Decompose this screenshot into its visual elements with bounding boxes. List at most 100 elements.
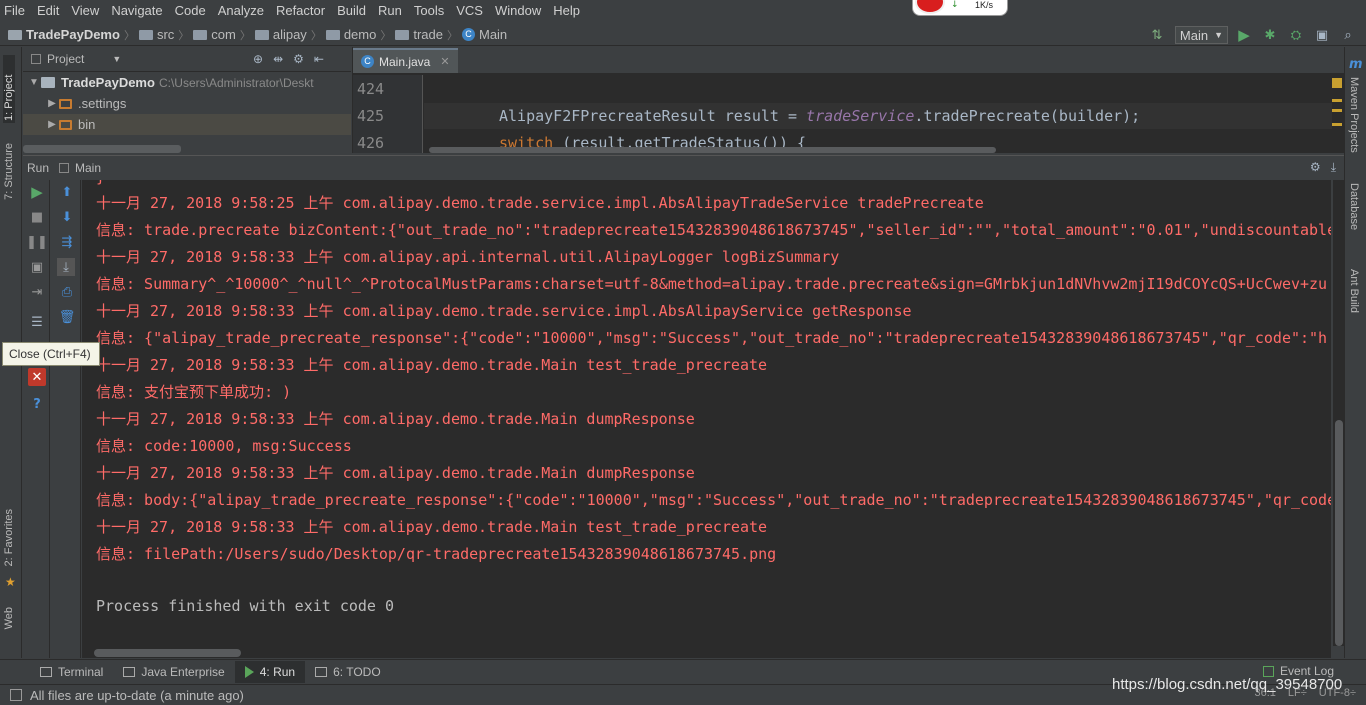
hide-icon[interactable]: ⤓	[1331, 160, 1336, 175]
menu-window[interactable]: Window	[495, 3, 541, 18]
scroll-thumb[interactable]	[94, 649, 241, 657]
tab-terminal[interactable]: Terminal	[30, 661, 113, 683]
tree-item-settings[interactable]: ▶ .settings	[23, 93, 351, 114]
search-icon[interactable]: ⌕	[1340, 27, 1356, 43]
gear-icon[interactable]: ⚙	[1310, 160, 1321, 175]
scroll-thumb[interactable]	[1335, 420, 1343, 646]
project-panel-header: Project ▼ ⊕ ⇹ ⚙ ⇤	[23, 47, 351, 72]
debug-icon[interactable]: ✱	[1262, 27, 1278, 43]
menu-tools[interactable]: Tools	[414, 3, 444, 18]
console-vscrollbar[interactable]	[1333, 180, 1344, 646]
code-text: .tradePrecreate(builder);	[914, 107, 1141, 125]
chevron-down-icon[interactable]: ▼	[112, 54, 121, 64]
expand-down-icon[interactable]: ▼	[27, 77, 41, 88]
expand-right-icon[interactable]: ▶	[45, 119, 59, 130]
layout-icon[interactable]: ☰	[28, 313, 46, 331]
breadcrumb-alipay[interactable]: alipay 〉	[254, 27, 322, 43]
menu-help[interactable]: Help	[553, 3, 580, 18]
folder-icon	[254, 29, 269, 40]
tool-window-toggle-icon[interactable]	[10, 689, 22, 701]
breadcrumb-trade[interactable]: trade 〉	[395, 27, 458, 43]
stop-icon[interactable]: ■	[28, 208, 46, 226]
up-arrow-icon[interactable]: ⬆	[58, 183, 76, 201]
down-arrow-icon[interactable]: ⬇	[58, 208, 76, 226]
soft-wrap-icon[interactable]: ⇶	[58, 233, 76, 251]
project-hscrollbar[interactable]	[23, 145, 181, 153]
run-config-tab[interactable]: Main	[59, 161, 101, 175]
menu-navigate[interactable]: Navigate	[111, 3, 162, 18]
tab-java-enterprise[interactable]: Java Enterprise	[113, 661, 234, 683]
tab-structure[interactable]: 7: Structure	[3, 143, 15, 200]
pause-icon[interactable]: ❚❚	[26, 233, 48, 251]
menu-vcs[interactable]: VCS	[456, 3, 483, 18]
editor-hscrollbar[interactable]	[429, 147, 996, 153]
breadcrumb-label: trade	[413, 27, 443, 42]
console-hscrollbar[interactable]	[82, 646, 1331, 658]
run-config-label: Main	[1179, 27, 1209, 43]
close-icon[interactable]: ✕	[28, 368, 46, 386]
run-icon[interactable]: ▶	[1236, 26, 1252, 44]
menu-code[interactable]: Code	[175, 3, 206, 18]
print-icon[interactable]: ⎙	[58, 283, 76, 301]
restore-layout-icon[interactable]: ⇥	[28, 283, 46, 301]
menu-analyze[interactable]: Analyze	[218, 3, 264, 18]
warning-marker[interactable]	[1332, 109, 1342, 112]
expand-right-icon[interactable]: ▶	[45, 98, 59, 109]
tab-label: 4: Run	[259, 664, 296, 679]
ide-window: File Edit View Navigate Code Analyze Refactor B…	[0, 0, 1366, 705]
breadcrumb-src[interactable]: src 〉	[138, 27, 190, 43]
camera-icon[interactable]: ▣	[28, 258, 46, 276]
menu-run[interactable]: Run	[378, 3, 402, 18]
star-icon: ★	[5, 575, 16, 589]
navigation-bar: TradePayDemo 〉 src 〉 com 〉 alipay 〉 demo 〉 trade 〉 C…	[0, 24, 1366, 46]
console-output[interactable]: 十一月 27, 2018 9:58:25 上午 com.alipay.demo.…	[82, 180, 1331, 646]
menu-file[interactable]: File	[4, 3, 25, 18]
tree-root-label: TradePayDemo	[61, 75, 155, 90]
menu-edit[interactable]: Edit	[37, 3, 59, 18]
project-structure-icon[interactable]: ▣	[1314, 27, 1330, 43]
tab-todo[interactable]: 6: TODO	[305, 661, 391, 683]
sync-icon[interactable]: ⊕	[253, 52, 263, 66]
project-view-select[interactable]: Project	[47, 52, 84, 66]
app-icon	[59, 162, 70, 173]
warning-marker-icon[interactable]	[1332, 78, 1342, 88]
code-line-425[interactable]: AlipayF2FPrecreateResult result = tradeS…	[499, 107, 1140, 125]
tab-run[interactable]: 4: Run	[234, 660, 306, 683]
collapse-icon[interactable]: ⇹	[273, 52, 283, 66]
breadcrumb-separator-icon: 〉	[178, 29, 190, 42]
tab-database[interactable]: Database	[1348, 183, 1360, 230]
trash-icon[interactable]: 🗑	[58, 308, 76, 326]
tab-maven-projects[interactable]: Maven Projects	[1348, 77, 1360, 153]
help-icon[interactable]: ?	[28, 395, 46, 413]
menu-view[interactable]: View	[71, 3, 99, 18]
console-line: 信息: trade.precreate bizContent:{"out_tra…	[96, 221, 1331, 239]
folder-icon	[325, 29, 340, 40]
tab-project[interactable]: 1: Project	[3, 55, 15, 123]
project-folder-icon	[41, 77, 55, 88]
scroll-to-end-icon[interactable]: ⤓	[57, 258, 75, 276]
tab-ant-build[interactable]: Ant Build	[1348, 269, 1360, 313]
console-line: 信息: code:10000, msg:Success	[96, 437, 352, 455]
tab-label: Java Enterprise	[141, 664, 225, 679]
tab-favorites[interactable]: 2: Favorites	[3, 509, 15, 566]
run-config-select[interactable]: Main ▼	[1174, 26, 1228, 44]
tree-root[interactable]: ▼ TradePayDemo C:\Users\Administrator\De…	[23, 72, 351, 93]
rerun-icon[interactable]: ▶	[28, 183, 46, 201]
tree-item-bin[interactable]: ▶ bin	[23, 114, 351, 135]
editor-tab-main-java[interactable]: C Main.java ✕	[353, 48, 458, 73]
gear-icon[interactable]: ⚙	[293, 52, 304, 66]
breadcrumb-demo[interactable]: demo 〉	[325, 27, 391, 43]
breadcrumb-main[interactable]: C Main	[461, 27, 507, 42]
tab-web[interactable]: Web	[3, 607, 15, 629]
coverage-icon[interactable]: ⛭	[1288, 27, 1304, 43]
breadcrumb-com[interactable]: com 〉	[193, 27, 251, 43]
build-hammer-icon[interactable]: ⇅	[1149, 27, 1165, 43]
warning-marker[interactable]	[1332, 99, 1342, 102]
run-toolbar-primary: ▶ ■ ❚❚ ▣ ⇥ ☰ ⊞ ✕ ?	[23, 180, 50, 658]
warning-marker[interactable]	[1332, 123, 1342, 126]
hide-icon[interactable]: ⇤	[314, 52, 324, 66]
breadcrumb-tradepaydemo[interactable]: TradePayDemo 〉	[8, 27, 135, 43]
menu-refactor[interactable]: Refactor	[276, 3, 325, 18]
close-icon[interactable]: ✕	[440, 55, 449, 68]
menu-build[interactable]: Build	[337, 3, 366, 18]
